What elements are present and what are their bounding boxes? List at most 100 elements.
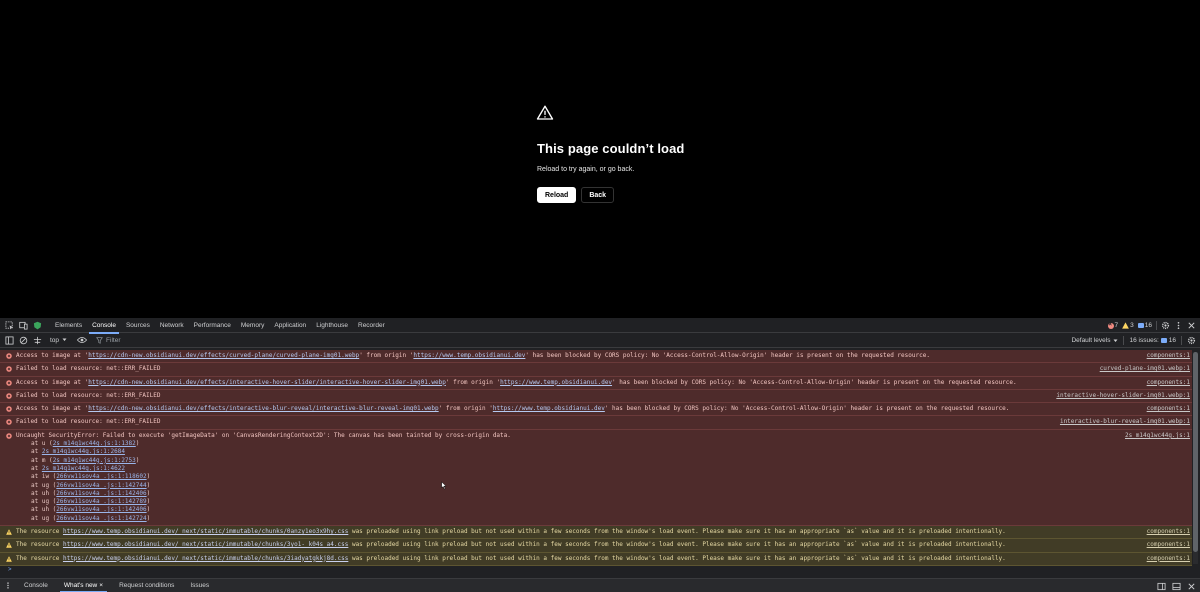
clear-console-icon[interactable]: [18, 335, 28, 345]
stack-frame-location-link[interactable]: 266vw11sov4a_.js:1:142744: [56, 482, 146, 489]
message-source-link[interactable]: components:1: [1147, 352, 1190, 360]
message-url-link[interactable]: https://www.temp.obsidianui.dev/_next/st…: [63, 541, 348, 548]
message-source-link[interactable]: 2s_m14q1wc44g.js:1: [1125, 432, 1190, 440]
stack-frame-location-link[interactable]: 266vw11sov4a_.js:1:142406: [56, 490, 146, 497]
issue-count[interactable]: 16: [1137, 322, 1152, 329]
error-icon: [6, 379, 12, 386]
message-source-link[interactable]: interactive-blur-reveal-img01.webp:1: [1060, 418, 1190, 426]
tab-elements[interactable]: Elements: [50, 318, 87, 333]
issues-count: 16: [1168, 337, 1176, 344]
tab-sources[interactable]: Sources: [121, 318, 155, 333]
issues-icon: [1160, 338, 1167, 343]
stack-frame-function: at ug (: [31, 498, 57, 506]
drawer-tab-console[interactable]: Console: [16, 579, 56, 592]
message-url-link[interactable]: https://www.temp.obsidianui.dev/_next/st…: [63, 555, 348, 562]
stack-frame-suffix: ): [146, 514, 151, 522]
more-options-icon[interactable]: [1174, 321, 1183, 330]
stack-frame-location-link[interactable]: 266vw11sov4a_.js:1:118602: [56, 473, 146, 480]
message-text: ' from origin ': [445, 378, 501, 386]
tab-performance[interactable]: Performance: [189, 318, 236, 333]
dock-side-icon[interactable]: [1157, 582, 1166, 591]
tab-application[interactable]: Application: [269, 318, 311, 333]
tab-recorder[interactable]: Recorder: [353, 318, 390, 333]
message-text: Uncaught SecurityError: Failed to execut…: [16, 431, 511, 439]
close-drawer-icon[interactable]: [1187, 582, 1196, 591]
log-levels-dropdown[interactable]: Default levels: [1071, 337, 1118, 344]
eye-icon[interactable]: [77, 335, 88, 345]
tab-console[interactable]: Console: [87, 318, 121, 334]
context-selector[interactable]: top: [50, 337, 67, 344]
console-filter-input[interactable]: Filter: [93, 335, 993, 346]
device-toolbar-icon[interactable]: [18, 320, 28, 330]
tab-memory[interactable]: Memory: [236, 318, 269, 333]
message-url-link[interactable]: https://www.temp.obsidianui.dev/_next/st…: [63, 528, 348, 535]
stack-frame-function: at: [31, 464, 42, 472]
message-source-link[interactable]: components:1: [1147, 541, 1190, 549]
message-text: was preloaded using link preload but not…: [348, 554, 1006, 562]
message-source-link[interactable]: components:1: [1147, 528, 1190, 536]
stack-frame-function: at m (: [31, 456, 53, 464]
message-source-link[interactable]: components:1: [1147, 405, 1190, 413]
stack-frame-function: at ug (: [31, 481, 57, 489]
message-text: ' from origin ': [359, 352, 414, 359]
devtools-panel: Elements Console Sources Network Performance…: [0, 318, 1200, 592]
issues-button[interactable]: 16 issues: 16: [1129, 337, 1176, 344]
error-icon: [6, 366, 12, 373]
message-text: was preloaded using link preload but not…: [348, 528, 1006, 536]
console-prompt[interactable]: >: [0, 567, 1200, 573]
prompt-chevron: >: [8, 567, 12, 573]
chevron-down-icon: [1113, 339, 1118, 342]
error-count[interactable]: 7: [1107, 322, 1118, 329]
message-text: ' has been blocked by CORS policy: No 'A…: [604, 405, 1010, 413]
message-url-link[interactable]: https://cdn-new.obsidianui.dev/effects/i…: [88, 405, 438, 412]
drawer-tab-what-s-new[interactable]: What's new ×: [56, 579, 111, 592]
message-url-link[interactable]: https://cdn-new.obsidianui.dev/effects/i…: [88, 379, 446, 386]
drawer-menu-icon[interactable]: [4, 581, 12, 590]
message-url-link[interactable]: https://cdn-new.obsidianui.dev/effects/c…: [88, 352, 359, 359]
sidebar-toggle-icon[interactable]: [4, 335, 14, 345]
console-scrollbar[interactable]: [1193, 352, 1198, 564]
warning-count[interactable]: 3: [1122, 322, 1134, 329]
message-source-link[interactable]: interactive-hover-slider-img01.webp:1: [1056, 392, 1190, 400]
drawer-tab-issues[interactable]: Issues: [182, 579, 217, 592]
stack-frame: at u (2s_m14q1wc44g.js:1:1382): [16, 440, 1190, 448]
close-devtools-icon[interactable]: [1187, 321, 1196, 330]
stack-frame: at ug (266vw11sov4a_.js:1:142724): [16, 515, 1190, 523]
context-label: top: [50, 336, 60, 344]
message-source-link[interactable]: components:1: [1147, 555, 1190, 563]
message-text: Access to image at ': [16, 405, 89, 413]
stack-frame: at 2s_m14q1wc44g.js:1:2684: [16, 448, 1190, 456]
stack-frame-location-link[interactable]: 2s_m14q1wc44g.js:1:2753: [53, 457, 136, 464]
stack-frame-location-link[interactable]: 2s_m14q1wc44g.js:1:2684: [42, 448, 125, 455]
stack-frame: at ug (266vw11sov4a_.js:1:142744): [16, 482, 1190, 490]
stack-frame-function: at u (: [31, 440, 53, 448]
close-tab-icon[interactable]: ×: [99, 582, 103, 589]
stack-frame-location-link[interactable]: 266vw11sov4a_.js:1:142789: [56, 498, 146, 505]
message-url-link[interactable]: https://www.temp.obsidianui.dev: [413, 352, 525, 359]
stack-frame-location-link[interactable]: 266vw11sov4a_.js:1:142406: [56, 506, 146, 513]
stack-frame-suffix: ): [146, 481, 151, 489]
create-live-expression-icon[interactable]: [32, 335, 42, 345]
extension-icon[interactable]: [32, 320, 42, 330]
back-button[interactable]: Back: [581, 187, 615, 203]
drawer-tab-request-conditions[interactable]: Request conditions: [111, 579, 182, 592]
filter-placeholder: Filter: [106, 336, 121, 344]
settings-gear-icon[interactable]: [1161, 321, 1170, 330]
console-settings-gear-icon[interactable]: [1187, 336, 1196, 345]
message-source-link[interactable]: curved-plane-img01.webp:1: [1100, 365, 1190, 373]
message-url-link[interactable]: https://www.temp.obsidianui.dev: [500, 379, 612, 386]
log-levels-label: Default levels: [1071, 337, 1111, 344]
scrollbar-thumb[interactable]: [1193, 352, 1198, 552]
stack-frame-location-link[interactable]: 2s_m14q1wc44g.js:1:4622: [42, 465, 125, 472]
tab-network[interactable]: Network: [155, 318, 189, 333]
dock-bottom-icon[interactable]: [1172, 582, 1181, 591]
message-url-link[interactable]: https://www.temp.obsidianui.dev: [493, 405, 605, 412]
stack-frame-function: at iw (: [31, 473, 57, 481]
tab-lighthouse[interactable]: Lighthouse: [311, 318, 353, 333]
stack-frame-location-link[interactable]: 2s_m14q1wc44g.js:1:1382: [53, 440, 136, 447]
inspect-element-icon[interactable]: [4, 320, 14, 330]
reload-button[interactable]: Reload: [537, 187, 577, 203]
message-source-link[interactable]: components:1: [1147, 379, 1190, 387]
console-warning-row: The resource https://www.temp.obsidianui…: [0, 539, 1192, 553]
stack-frame-location-link[interactable]: 266vw11sov4a_.js:1:142724: [56, 515, 146, 522]
